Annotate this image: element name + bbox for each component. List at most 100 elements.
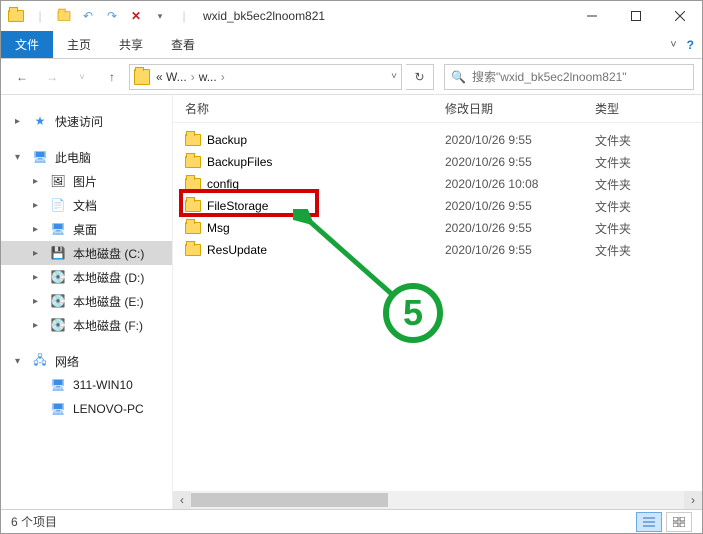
refresh-button[interactable]: ↻: [406, 64, 434, 90]
scroll-track[interactable]: [191, 491, 684, 509]
title-bar: | ↶ ↷ ✕ ▾ | wxid_bk5ec2lnoom821: [1, 1, 702, 31]
tree-net-pc2[interactable]: ▸ 🖥 LENOVO-PC: [1, 397, 172, 421]
tree-network[interactable]: ▾ 🖧 网络: [1, 349, 172, 373]
scroll-right-icon[interactable]: ›: [684, 491, 702, 509]
chevron-right-icon[interactable]: ›: [219, 70, 227, 84]
scroll-thumb[interactable]: [191, 493, 388, 507]
pc-icon: 🖥: [31, 150, 49, 164]
back-button[interactable]: ←: [9, 64, 35, 90]
expand-icon[interactable]: ▸: [33, 296, 43, 307]
expand-icon[interactable]: ▸: [33, 176, 43, 187]
crumb-1[interactable]: « W...: [156, 70, 187, 84]
crumb-2[interactable]: w...: [199, 70, 217, 84]
list-item[interactable]: config 2020/10/26 10:08 文件夹: [173, 173, 702, 195]
tree-drive-d[interactable]: ▸ 💽 本地磁盘 (D:): [1, 265, 172, 289]
file-list-pane: 名称 修改日期 类型 Backup 2020/10/26 9:55 文件夹 Ba…: [173, 95, 702, 509]
forward-button[interactable]: →: [39, 64, 65, 90]
maximize-button[interactable]: [614, 1, 658, 31]
file-name: BackupFiles: [207, 155, 272, 169]
recent-dropdown[interactable]: ˅: [69, 64, 95, 90]
up-button[interactable]: ↑: [99, 64, 125, 90]
drive-icon: 💽: [49, 294, 67, 308]
tree-this-pc[interactable]: ▾ 🖥 此电脑: [1, 145, 172, 169]
annotation-step-badge: 5: [383, 283, 443, 343]
desktop-icon: 🖥: [49, 222, 67, 236]
list-item[interactable]: FileStorage 2020/10/26 9:55 文件夹: [173, 195, 702, 217]
list-item[interactable]: Msg 2020/10/26 9:55 文件夹: [173, 217, 702, 239]
folder-icon: [185, 156, 201, 168]
tree-label: 本地磁盘 (C:): [73, 245, 144, 262]
tab-share[interactable]: 共享: [105, 31, 157, 58]
qat-dropdown-icon[interactable]: ▾: [149, 5, 171, 27]
tree-label: LENOVO-PC: [73, 402, 144, 416]
close-button[interactable]: [658, 1, 702, 31]
star-icon: ★: [31, 114, 49, 128]
scroll-left-icon[interactable]: ‹: [173, 491, 191, 509]
file-type: 文件夹: [595, 176, 675, 193]
file-type: 文件夹: [595, 132, 675, 149]
address-dropdown-icon[interactable]: ˅: [391, 71, 397, 82]
icons-view-button[interactable]: [666, 512, 692, 532]
folder-icon: [185, 222, 201, 234]
tree-label: 文档: [73, 197, 97, 214]
step-number: 5: [403, 292, 423, 334]
delete-icon[interactable]: ✕: [125, 5, 147, 27]
expand-icon[interactable]: ▸: [33, 320, 43, 331]
chevron-right-icon[interactable]: ›: [189, 70, 197, 84]
tree-quick-access[interactable]: ▸ ★ 快速访问: [1, 109, 172, 133]
expand-icon[interactable]: ▸: [33, 272, 43, 283]
ribbon-expand-icon[interactable]: ˅: [670, 39, 676, 51]
tree-drive-c[interactable]: ▸ 💾 本地磁盘 (C:): [1, 241, 172, 265]
file-name: ResUpdate: [207, 243, 267, 257]
nav-tree[interactable]: ▸ ★ 快速访问 ▾ 🖥 此电脑 ▸ 🖼 图片 ▸ 📄 文档 ▸: [1, 95, 173, 509]
expand-icon[interactable]: ▸: [33, 200, 43, 211]
quick-access-toolbar: | ↶ ↷ ✕ ▾ |: [1, 5, 199, 27]
list-item[interactable]: ResUpdate 2020/10/26 9:55 文件夹: [173, 239, 702, 261]
tree-net-pc1[interactable]: ▸ 🖥 311-WIN10: [1, 373, 172, 397]
tree-desktop[interactable]: ▸ 🖥 桌面: [1, 217, 172, 241]
tree-label: 网络: [55, 353, 79, 370]
search-input[interactable]: [472, 70, 687, 84]
file-date: 2020/10/26 10:08: [445, 177, 595, 191]
tree-label: 快速访问: [55, 113, 103, 130]
undo-icon[interactable]: ↶: [77, 5, 99, 27]
tree-drive-e[interactable]: ▸ 💽 本地磁盘 (E:): [1, 289, 172, 313]
list-item[interactable]: BackupFiles 2020/10/26 9:55 文件夹: [173, 151, 702, 173]
tab-home[interactable]: 主页: [53, 31, 105, 58]
expand-icon[interactable]: ▸: [33, 224, 43, 235]
col-name[interactable]: 名称: [185, 100, 445, 117]
tab-file[interactable]: 文件: [1, 31, 53, 58]
file-type: 文件夹: [595, 220, 675, 237]
tree-pictures[interactable]: ▸ 🖼 图片: [1, 169, 172, 193]
tree-label: 本地磁盘 (E:): [73, 293, 144, 310]
expand-icon[interactable]: ▸: [15, 116, 25, 127]
address-bar[interactable]: « W... › w... › ˅: [129, 64, 402, 90]
file-rows[interactable]: Backup 2020/10/26 9:55 文件夹 BackupFiles 2…: [173, 123, 702, 491]
file-date: 2020/10/26 9:55: [445, 221, 595, 235]
file-name: Msg: [207, 221, 230, 235]
tree-label: 311-WIN10: [73, 378, 133, 392]
file-type: 文件夹: [595, 154, 675, 171]
file-name: FileStorage: [207, 199, 268, 213]
tree-drive-f[interactable]: ▸ 💽 本地磁盘 (F:): [1, 313, 172, 337]
file-date: 2020/10/26 9:55: [445, 133, 595, 147]
search-box[interactable]: 🔍: [444, 64, 694, 90]
collapse-icon[interactable]: ▾: [15, 356, 25, 367]
ribbon: 文件 主页 共享 查看 ˅ ?: [1, 31, 702, 59]
collapse-icon[interactable]: ▾: [15, 152, 25, 163]
details-view-button[interactable]: [636, 512, 662, 532]
list-item[interactable]: Backup 2020/10/26 9:55 文件夹: [173, 129, 702, 151]
redo-icon[interactable]: ↷: [101, 5, 123, 27]
col-date[interactable]: 修改日期: [445, 100, 595, 117]
tab-view[interactable]: 查看: [157, 31, 209, 58]
pc-icon: 🖥: [49, 378, 67, 392]
folder-icon: [134, 69, 150, 85]
tree-label: 本地磁盘 (F:): [73, 317, 143, 334]
col-type[interactable]: 类型: [595, 100, 675, 117]
help-icon[interactable]: ?: [687, 38, 694, 52]
horizontal-scrollbar[interactable]: ‹ ›: [173, 491, 702, 509]
tree-documents[interactable]: ▸ 📄 文档: [1, 193, 172, 217]
qat-props-icon[interactable]: [53, 5, 75, 27]
minimize-button[interactable]: [570, 1, 614, 31]
expand-icon[interactable]: ▸: [33, 248, 43, 259]
